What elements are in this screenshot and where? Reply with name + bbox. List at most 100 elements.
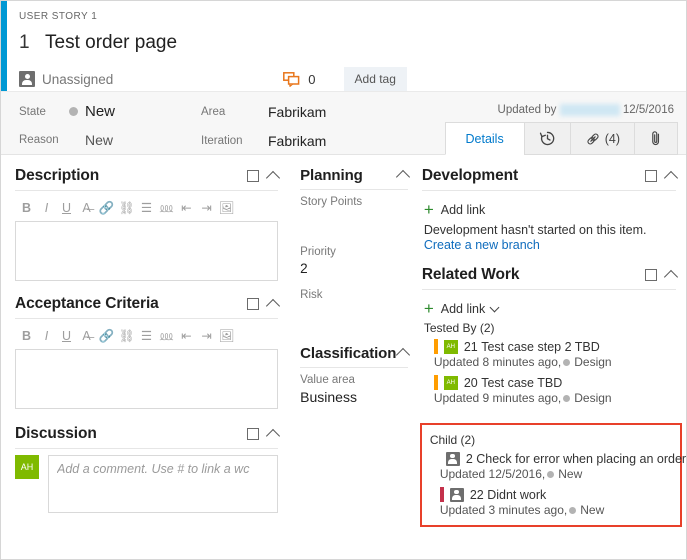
italic-icon[interactable]: I xyxy=(37,328,56,344)
column-middle: Planning Story Points Priority 2 Risk Cl… xyxy=(292,155,414,538)
indent-icon[interactable]: ⇥ xyxy=(197,200,216,216)
divider xyxy=(15,448,279,449)
image-icon[interactable]: 🖼 xyxy=(217,328,236,344)
chevron-up-icon[interactable] xyxy=(395,169,410,185)
divider xyxy=(15,190,279,191)
link-icon[interactable]: 🔗 xyxy=(97,328,116,344)
plus-icon: + xyxy=(423,200,434,219)
related-work-add-link-button[interactable]: + Add link xyxy=(422,296,676,318)
link-item-state: New xyxy=(558,467,583,481)
link-item-title[interactable]: 20 Test case TBD xyxy=(464,376,562,390)
link-item-updated: Updated 8 minutes ago, xyxy=(433,355,562,369)
column-right: Development + Add link Development hasn'… xyxy=(414,155,686,538)
link-group-tested-by: Tested By (2) AH 21 Test case step 2 TBD… xyxy=(422,318,676,405)
chevron-up-icon[interactable] xyxy=(395,347,410,363)
clear-format-icon[interactable]: A̶ xyxy=(77,200,96,216)
assigned-to-value: Unassigned xyxy=(42,71,114,87)
priority-field[interactable]: Priority 2 xyxy=(300,246,408,277)
bullet-list-icon[interactable]: ☰ xyxy=(137,200,156,216)
tab-details[interactable]: Details xyxy=(444,122,525,155)
italic-icon[interactable]: I xyxy=(37,200,56,216)
history-icon xyxy=(539,131,555,146)
chevron-up-icon[interactable] xyxy=(266,428,281,443)
clear-format-icon[interactable]: A̶ xyxy=(77,328,96,344)
link-item-title[interactable]: 21 Test case step 2 TBD xyxy=(464,340,600,354)
work-item-id: 1 xyxy=(19,32,30,53)
state-field[interactable]: State New xyxy=(19,103,115,120)
list-item[interactable]: AH 21 Test case step 2 TBD Updated 8 min… xyxy=(422,339,676,369)
state-dot-icon xyxy=(69,107,78,116)
divider xyxy=(300,189,408,190)
indent-icon[interactable]: ⇥ xyxy=(197,328,216,344)
work-item-type-color-bar xyxy=(433,339,438,354)
expand-icon[interactable] xyxy=(247,298,260,310)
description-input[interactable] xyxy=(15,221,279,281)
value-area-field[interactable]: Value area Business xyxy=(300,374,408,405)
work-item-title[interactable]: Test order page xyxy=(45,32,177,54)
description-header: Description xyxy=(15,167,281,190)
tab-attachments[interactable] xyxy=(634,122,678,155)
link-item-id: 20 xyxy=(463,375,478,390)
numbered-list-icon[interactable]: ⅏ xyxy=(157,328,176,344)
planning-header: Planning xyxy=(300,167,410,189)
story-points-field[interactable]: Story Points xyxy=(300,196,408,227)
link-item-id: 21 xyxy=(463,339,478,354)
numbered-list-icon[interactable]: ⅏ xyxy=(157,200,176,216)
chevron-up-icon[interactable] xyxy=(266,170,281,185)
outdent-icon[interactable]: ⇤ xyxy=(177,200,196,216)
risk-value xyxy=(300,304,408,320)
add-tag-button[interactable]: Add tag xyxy=(343,67,407,91)
underline-icon[interactable]: U xyxy=(57,200,76,216)
tab-history[interactable] xyxy=(523,122,571,155)
link-icon xyxy=(587,133,599,144)
acceptance-criteria-toolbar: B I U A̶ 🔗 ⛓ ☰ ⅏ ⇤ ⇥ 🖼 xyxy=(15,325,278,349)
link-item-state: New xyxy=(580,503,605,517)
area-field[interactable]: Area Fabrikam xyxy=(201,104,326,120)
link-item-updated: Updated 9 minutes ago, xyxy=(433,391,562,405)
create-branch-link[interactable]: Create a new branch xyxy=(422,238,676,256)
acceptance-criteria-input[interactable] xyxy=(15,349,279,409)
chevron-up-icon[interactable] xyxy=(663,269,679,284)
tab-links[interactable]: (4) xyxy=(569,122,635,155)
chevron-up-icon[interactable] xyxy=(663,170,679,185)
header-meta-row: Unassigned 0 Add tag xyxy=(19,67,674,91)
expand-icon[interactable] xyxy=(247,170,260,182)
underline-icon[interactable]: U xyxy=(57,328,76,344)
bold-icon[interactable]: B xyxy=(17,200,36,216)
acceptance-criteria-title: Acceptance Criteria xyxy=(15,295,159,312)
work-item-type-color-bar xyxy=(439,487,444,502)
comment-count-group[interactable]: 0 xyxy=(283,72,316,87)
divider xyxy=(300,367,408,368)
development-add-link-button[interactable]: + Add link xyxy=(422,197,676,219)
risk-field[interactable]: Risk xyxy=(300,289,408,320)
outdent-icon[interactable]: ⇤ xyxy=(177,328,196,344)
link-icon[interactable]: 🔗 xyxy=(97,200,116,216)
classification-section: Classification Value area Business xyxy=(300,345,410,405)
bold-icon[interactable]: B xyxy=(17,328,36,344)
image-icon[interactable]: 🖼 xyxy=(217,200,236,216)
acceptance-criteria-section: Acceptance Criteria B I U A̶ 🔗 ⛓ ☰ ⅏ ⇤ ⇥… xyxy=(15,295,281,409)
column-left: Description B I U A̶ 🔗 ⛓ ☰ ⅏ ⇤ ⇥ 🖼 Accep… xyxy=(1,155,292,538)
unlink-icon[interactable]: ⛓ xyxy=(117,328,136,344)
link-item-title[interactable]: 2 Check for error when placing an order xyxy=(466,452,686,466)
chevron-up-icon[interactable] xyxy=(266,298,281,313)
expand-icon[interactable] xyxy=(247,428,260,440)
list-item[interactable]: 22 Didnt work Updated 3 minutes ago, New xyxy=(428,487,674,517)
link-item-title[interactable]: 22 Didnt work xyxy=(470,488,546,502)
expand-icon[interactable] xyxy=(645,269,657,281)
story-points-label: Story Points xyxy=(300,196,363,208)
assigned-to-field[interactable]: Unassigned xyxy=(19,71,113,87)
list-item[interactable]: AH 20 Test case TBD Updated 9 minutes ag… xyxy=(422,375,676,405)
iteration-field[interactable]: Iteration Fabrikam xyxy=(201,133,326,149)
expand-icon[interactable] xyxy=(645,170,657,182)
chevron-down-icon xyxy=(489,302,500,313)
reason-field[interactable]: Reason New xyxy=(19,132,113,148)
bullet-list-icon[interactable]: ☰ xyxy=(137,328,156,344)
state-dot-icon xyxy=(563,395,571,403)
unlink-icon[interactable]: ⛓ xyxy=(117,200,136,216)
list-item[interactable]: 2 Check for error when placing an order … xyxy=(428,451,686,481)
comment-input[interactable]: Add a comment. Use # to link a wc xyxy=(48,455,279,513)
reason-value: New xyxy=(85,132,114,148)
state-dot-icon xyxy=(563,359,571,367)
reason-label: Reason xyxy=(19,134,59,146)
